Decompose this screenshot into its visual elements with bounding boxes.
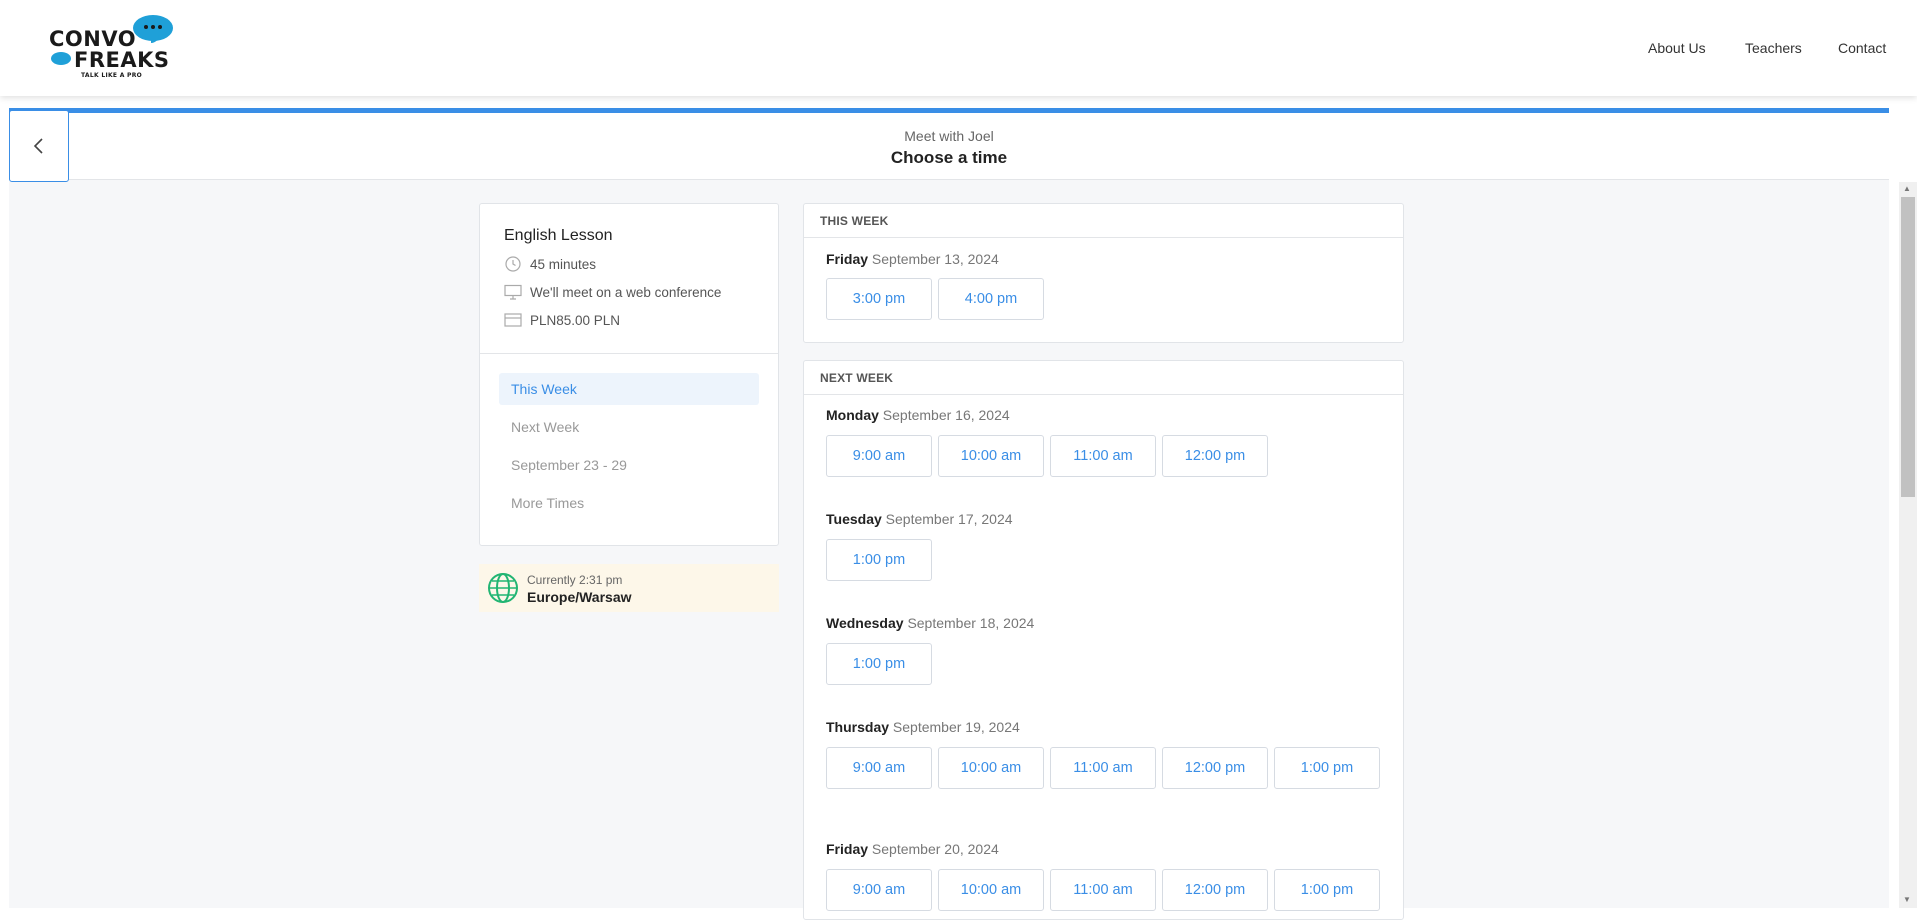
time-slot-button[interactable]: 1:00 pm (1274, 747, 1380, 789)
event-location: We'll meet on a web conference (530, 284, 722, 300)
week-nav-more-times[interactable]: More Times (499, 487, 759, 519)
time-slot-button[interactable]: 1:00 pm (826, 643, 932, 685)
logo-text-freaks: FREAKS (74, 48, 170, 72)
logo-tagline: TALK LIKE A PRO (81, 72, 143, 79)
day-heading: Thursday September 19, 2024 (826, 719, 1020, 735)
week-nav-sept-23-29[interactable]: September 23 - 29 (499, 449, 759, 481)
time-slot-button[interactable]: 10:00 am (938, 747, 1044, 789)
globe-icon (487, 572, 519, 609)
credit-card-icon (504, 312, 522, 328)
time-slot-button[interactable]: 11:00 am (1050, 435, 1156, 477)
time-slot-button[interactable]: 12:00 pm (1162, 747, 1268, 789)
time-slot-button[interactable]: 4:00 pm (938, 278, 1044, 320)
time-slot-button[interactable]: 10:00 am (938, 869, 1044, 911)
time-slot-button[interactable]: 12:00 pm (1162, 435, 1268, 477)
timezone-name: Europe/Warsaw (527, 589, 632, 605)
scroll-up-arrow-icon[interactable]: ▲ (1903, 184, 1911, 193)
this-week-card: THIS WEEK Friday September 13, 2024 3:00… (803, 203, 1404, 343)
location-row: We'll meet on a web conference (504, 284, 721, 300)
monitor-icon (504, 284, 522, 300)
timezone-selector[interactable]: Currently 2:31 pm Europe/Warsaw (479, 564, 779, 612)
time-slot-button[interactable]: 12:00 pm (1162, 869, 1268, 911)
top-navbar: CONVO FREAKS TALK LIKE A PRO About Us Te… (0, 0, 1917, 96)
scrollbar-thumb[interactable] (1901, 197, 1915, 497)
time-slot-button[interactable]: 1:00 pm (826, 539, 932, 581)
time-slot-button[interactable]: 9:00 am (826, 747, 932, 789)
nav-about-us[interactable]: About Us (1648, 40, 1706, 56)
card-divider (480, 353, 778, 354)
scheduler-header (9, 113, 1889, 180)
event-duration: 45 minutes (530, 256, 597, 272)
day-heading: Tuesday September 17, 2024 (826, 511, 1013, 527)
convo-freaks-logo[interactable]: CONVO FREAKS TALK LIKE A PRO (47, 13, 177, 83)
day-heading: Friday September 20, 2024 (826, 841, 999, 857)
week-nav-this-week[interactable]: This Week (499, 373, 759, 405)
chevron-left-icon (33, 138, 43, 154)
meet-with-label: Meet with Joel (904, 128, 994, 144)
week-nav-next-week[interactable]: Next Week (499, 411, 759, 443)
day-heading: Wednesday September 18, 2024 (826, 615, 1035, 631)
duration-row: 45 minutes (504, 256, 596, 272)
time-slot-button[interactable]: 9:00 am (826, 869, 932, 911)
event-price: PLN85.00 PLN (530, 312, 621, 328)
next-week-heading: NEXT WEEK (804, 361, 1403, 395)
event-info-card: English Lesson 45 minutes We'll meet on … (479, 203, 779, 546)
day-heading: Friday September 13, 2024 (826, 251, 999, 267)
nav-contact[interactable]: Contact (1838, 40, 1886, 56)
this-week-heading: THIS WEEK (804, 204, 1403, 238)
event-title: English Lesson (504, 227, 613, 244)
nav-teachers[interactable]: Teachers (1745, 40, 1802, 56)
clock-icon (504, 256, 522, 272)
time-slot-button[interactable]: 9:00 am (826, 435, 932, 477)
time-slot-button[interactable]: 1:00 pm (1274, 869, 1380, 911)
time-slot-button[interactable]: 10:00 am (938, 435, 1044, 477)
time-slot-button[interactable]: 3:00 pm (826, 278, 932, 320)
time-slot-button[interactable]: 11:00 am (1050, 747, 1156, 789)
progress-bar (9, 108, 1889, 113)
timezone-current-time: Currently 2:31 pm (527, 573, 623, 587)
page-title: Choose a time (890, 148, 1008, 167)
scroll-down-arrow-icon[interactable]: ▼ (1903, 895, 1911, 904)
day-heading: Monday September 16, 2024 (826, 407, 1010, 423)
next-week-card: NEXT WEEK Monday September 16, 2024 9:00… (803, 360, 1404, 920)
time-slot-button[interactable]: 11:00 am (1050, 869, 1156, 911)
price-row: PLN85.00 PLN (504, 312, 620, 328)
back-button[interactable] (9, 110, 69, 182)
